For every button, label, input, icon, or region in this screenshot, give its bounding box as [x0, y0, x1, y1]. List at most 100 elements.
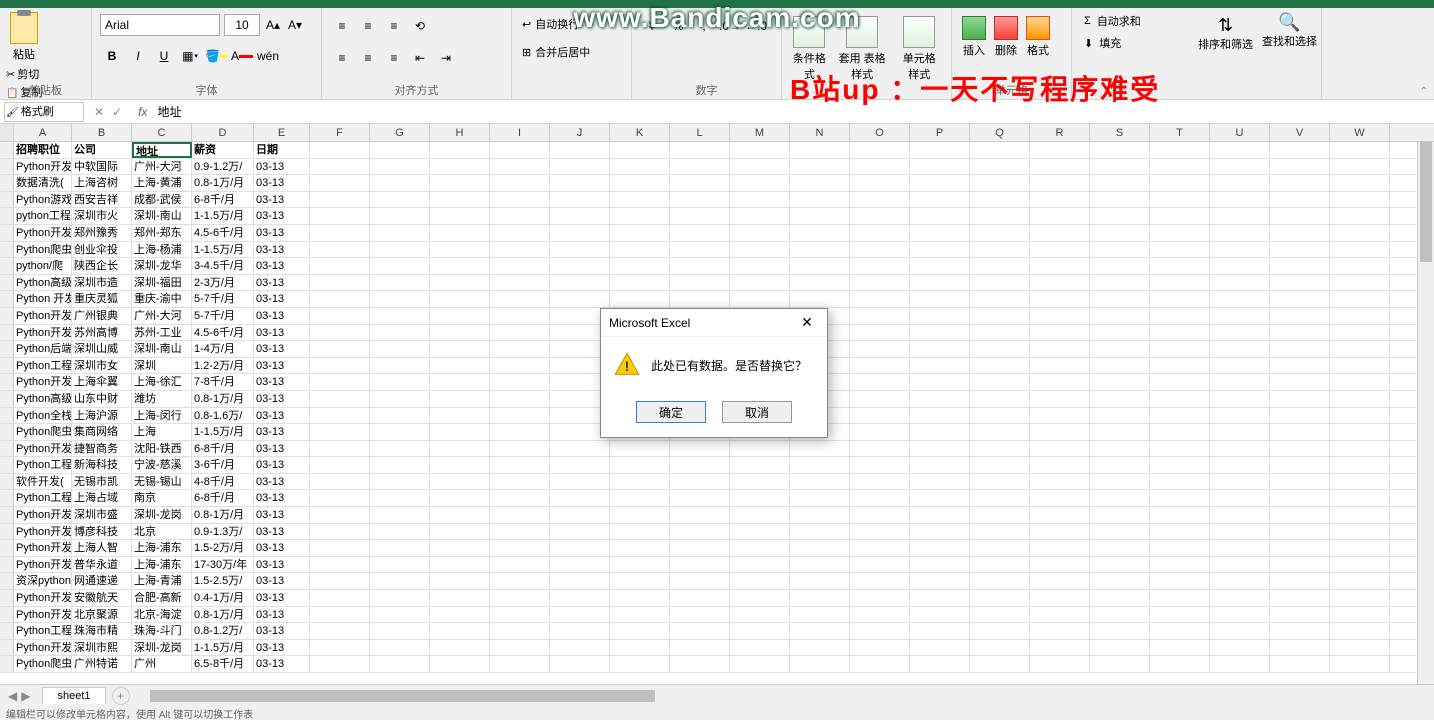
cell[interactable]: 0.8-1万/月	[192, 175, 254, 191]
cell[interactable]	[910, 175, 970, 191]
cell[interactable]	[970, 358, 1030, 374]
align-middle-icon[interactable]: ≡	[356, 14, 380, 38]
cell[interactable]	[1030, 656, 1090, 672]
cell[interactable]: 深圳市火	[72, 208, 132, 224]
cell[interactable]: 珠海市精	[72, 623, 132, 639]
cell[interactable]	[730, 275, 790, 291]
cell[interactable]	[1090, 242, 1150, 258]
cell[interactable]: 深圳-龙岗	[132, 640, 192, 656]
cell[interactable]: 捷智商务	[72, 441, 132, 457]
cell[interactable]	[1270, 441, 1330, 457]
cell[interactable]: Python开发	[14, 557, 72, 573]
cell[interactable]: Python爬虫	[14, 242, 72, 258]
table-format-button[interactable]: 套用 表格样式	[831, 10, 894, 85]
cell[interactable]	[310, 175, 370, 191]
cell[interactable]	[310, 441, 370, 457]
align-top-icon[interactable]: ≡	[330, 14, 354, 38]
cell[interactable]	[310, 573, 370, 589]
cell[interactable]	[430, 573, 490, 589]
cell[interactable]	[1270, 656, 1330, 672]
cell[interactable]	[550, 573, 610, 589]
cell[interactable]	[910, 457, 970, 473]
cell[interactable]	[790, 159, 850, 175]
cell[interactable]	[550, 557, 610, 573]
cell[interactable]	[370, 656, 430, 672]
cell[interactable]	[790, 607, 850, 623]
cell[interactable]	[1150, 175, 1210, 191]
cell-styles-button[interactable]: 单元格样式	[893, 10, 945, 85]
cell[interactable]	[730, 557, 790, 573]
cell[interactable]	[1090, 590, 1150, 606]
cell[interactable]	[310, 490, 370, 506]
cell[interactable]: Python开发	[14, 540, 72, 556]
cell[interactable]: 0.8-1万/月	[192, 391, 254, 407]
cell[interactable]: 无锡-锡山	[132, 474, 192, 490]
cell[interactable]	[1330, 607, 1390, 623]
cell[interactable]	[370, 457, 430, 473]
cell[interactable]	[1150, 275, 1210, 291]
cell[interactable]	[1270, 457, 1330, 473]
cell[interactable]	[1090, 192, 1150, 208]
cell[interactable]	[550, 258, 610, 274]
cell[interactable]	[490, 424, 550, 440]
cell[interactable]: 集商网络	[72, 424, 132, 440]
cell[interactable]	[910, 607, 970, 623]
cell[interactable]: 6-8千/月	[192, 192, 254, 208]
cell[interactable]	[430, 275, 490, 291]
cell[interactable]	[850, 374, 910, 390]
cell[interactable]: 03-13	[254, 490, 310, 506]
cell[interactable]: Python工程	[14, 623, 72, 639]
cell[interactable]	[970, 225, 1030, 241]
cell[interactable]	[1270, 225, 1330, 241]
cell[interactable]	[1210, 408, 1270, 424]
cell[interactable]	[1030, 607, 1090, 623]
confirm-edit-icon[interactable]: ✓	[112, 105, 122, 119]
cell[interactable]	[1330, 142, 1390, 158]
cell[interactable]: 7-8千/月	[192, 374, 254, 390]
cell[interactable]: 日期	[254, 142, 310, 158]
cell[interactable]	[370, 474, 430, 490]
cell[interactable]	[310, 457, 370, 473]
cell[interactable]	[370, 208, 430, 224]
cell[interactable]	[1330, 258, 1390, 274]
cell[interactable]	[850, 441, 910, 457]
cell[interactable]	[910, 540, 970, 556]
cell[interactable]	[730, 258, 790, 274]
column-header[interactable]: G	[370, 124, 430, 141]
cell[interactable]	[490, 507, 550, 523]
cell[interactable]	[790, 142, 850, 158]
cell[interactable]	[1090, 424, 1150, 440]
wrap-text-button[interactable]: ↩自动换行	[518, 10, 625, 38]
cell[interactable]: 0.9-1.2万/	[192, 159, 254, 175]
cell[interactable]	[550, 457, 610, 473]
cell[interactable]	[490, 457, 550, 473]
cell[interactable]	[910, 192, 970, 208]
cell[interactable]: 0.4-1万/月	[192, 590, 254, 606]
cell[interactable]	[730, 192, 790, 208]
cell[interactable]: 陕西企长	[72, 258, 132, 274]
cell[interactable]: 薪资	[192, 142, 254, 158]
paste-button[interactable]: 粘贴	[6, 10, 42, 62]
cell[interactable]	[1090, 325, 1150, 341]
column-header[interactable]: T	[1150, 124, 1210, 141]
hscroll-thumb[interactable]	[150, 690, 656, 702]
cell[interactable]: 上海-徐汇	[132, 374, 192, 390]
cell[interactable]: 北京-海淀	[132, 607, 192, 623]
cell[interactable]	[310, 524, 370, 540]
cell[interactable]	[1090, 275, 1150, 291]
cell[interactable]	[1150, 341, 1210, 357]
cell[interactable]	[850, 540, 910, 556]
cell[interactable]	[1150, 573, 1210, 589]
cell[interactable]: 0.8-1万/月	[192, 607, 254, 623]
cell[interactable]: 03-13	[254, 341, 310, 357]
cell[interactable]	[850, 408, 910, 424]
cell[interactable]	[790, 540, 850, 556]
comma-icon[interactable]: ,	[692, 14, 716, 38]
cell[interactable]	[850, 607, 910, 623]
cell[interactable]	[550, 656, 610, 672]
cell[interactable]	[1330, 192, 1390, 208]
cell[interactable]	[1090, 474, 1150, 490]
cell[interactable]	[310, 540, 370, 556]
cell[interactable]	[490, 540, 550, 556]
cell[interactable]: Python爬虫	[14, 656, 72, 672]
